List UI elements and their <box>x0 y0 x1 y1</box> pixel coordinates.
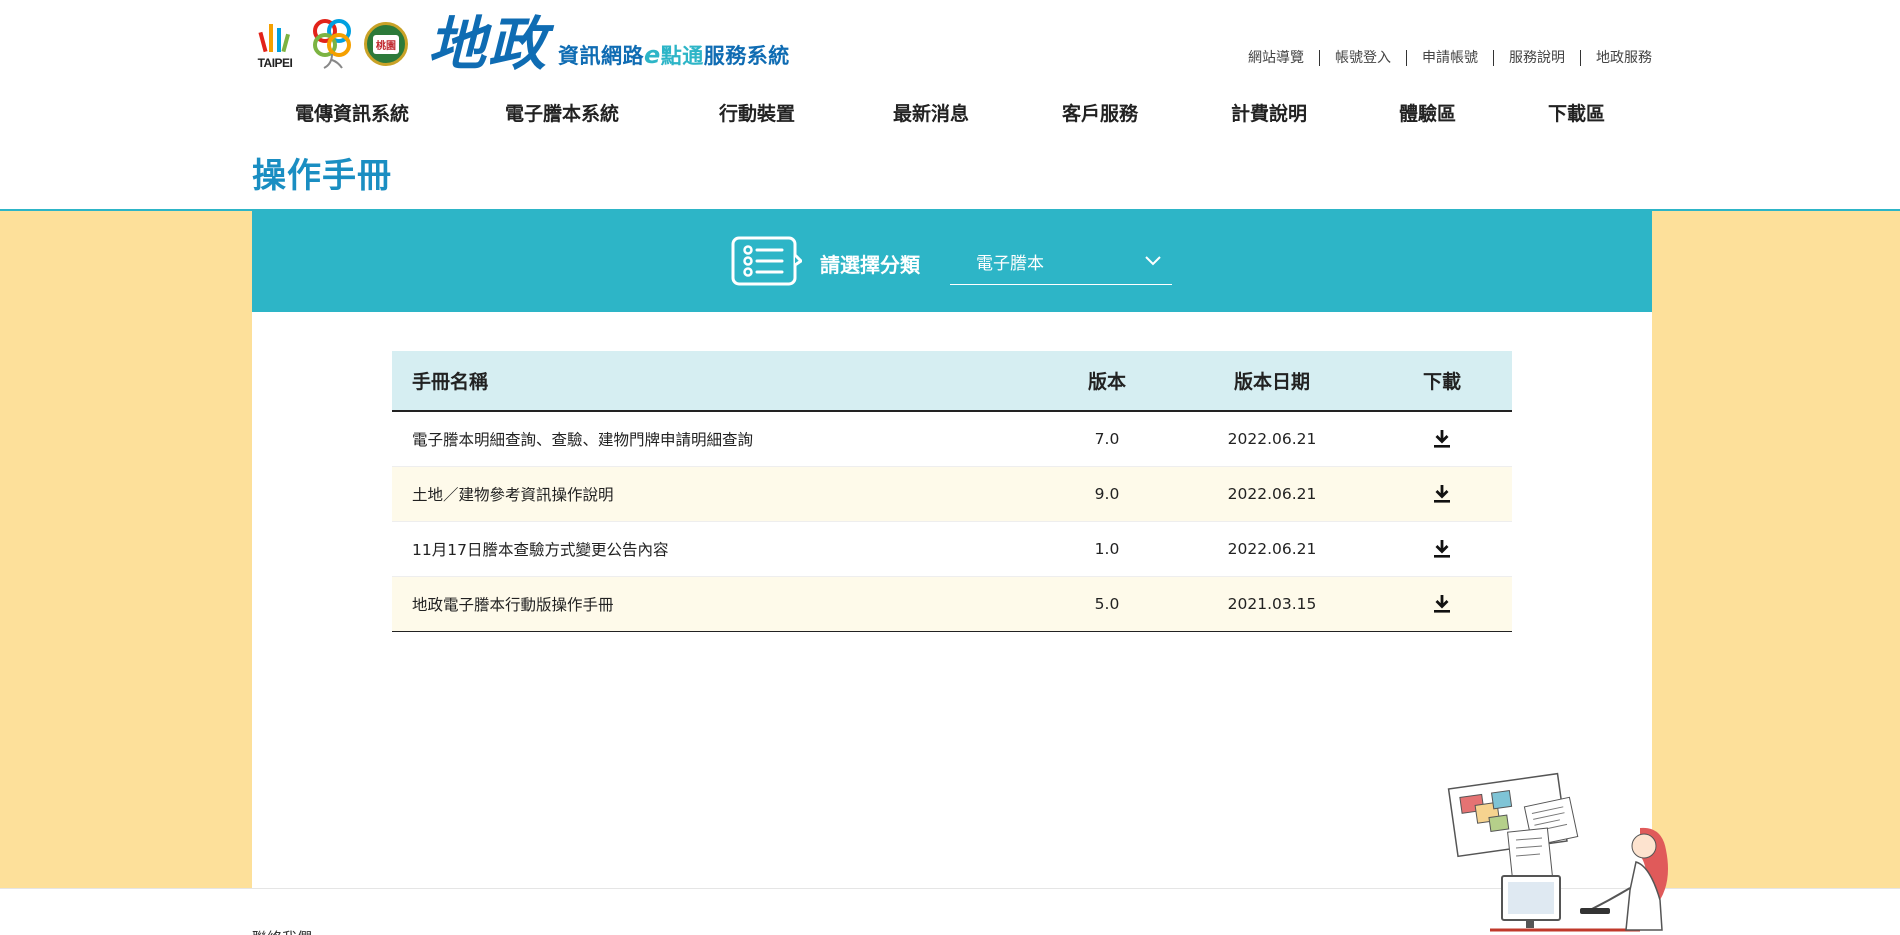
table-row: 地政電子謄本行動版操作手冊 5.0 2021.03.15 <box>392 576 1512 632</box>
manual-date: 2022.06.21 <box>1172 411 1372 467</box>
new-taipei-logo[interactable] <box>312 18 352 70</box>
header-version: 版本 <box>1042 351 1172 412</box>
brand-subtitle-a: 資訊網路 <box>558 44 645 68</box>
toplink-land-service[interactable]: 地政服務 <box>1581 50 1652 66</box>
manual-version: 7.0 <box>1042 411 1172 467</box>
category-filter-bar: 請選擇分類 電子謄本 <box>252 211 1652 312</box>
download-icon[interactable] <box>1431 593 1453 615</box>
manual-version: 9.0 <box>1042 466 1172 522</box>
download-icon[interactable] <box>1431 428 1453 450</box>
table-header-row: 手冊名稱 版本 版本日期 下載 <box>392 351 1512 412</box>
manual-name: 電子謄本明細查詢、查驗、建物門牌申請明細查詢 <box>392 411 1042 467</box>
download-icon[interactable] <box>1431 483 1453 505</box>
woman-at-computer-illustration <box>1447 772 1668 932</box>
nav-item-customer-service[interactable]: 客戶服務 <box>1062 98 1138 130</box>
manual-version: 1.0 <box>1042 521 1172 577</box>
manual-version: 5.0 <box>1042 576 1172 632</box>
table-row: 土地／建物參考資訊操作說明 9.0 2022.06.21 <box>392 466 1512 522</box>
toplink-service-info[interactable]: 服務說明 <box>1494 50 1581 66</box>
toplink-register[interactable]: 申請帳號 <box>1407 50 1494 66</box>
header-version-date: 版本日期 <box>1172 351 1372 412</box>
category-label: 請選擇分類 <box>820 253 920 277</box>
nav-item-mobile[interactable]: 行動裝置 <box>719 98 795 130</box>
nav-item-experience[interactable]: 體驗區 <box>1399 98 1456 130</box>
manual-table: 手冊名稱 版本 版本日期 下載 電子謄本明細查詢、查驗、建物門牌申請明細查詢 7… <box>392 351 1512 632</box>
brand-title[interactable]: 地政 <box>428 14 548 74</box>
footer-contact-heading: 聯絡我們 <box>252 927 312 935</box>
category-select-value: 電子謄本 <box>976 254 1044 274</box>
table-row: 11月17日謄本查驗方式變更公告內容 1.0 2022.06.21 <box>392 521 1512 577</box>
download-icon[interactable] <box>1431 538 1453 560</box>
nav-item-telecom[interactable]: 電傳資訊系統 <box>295 98 409 130</box>
manual-date: 2022.06.21 <box>1172 521 1372 577</box>
chevron-down-icon <box>1145 256 1161 266</box>
brand-subtitle-e: e <box>644 41 661 69</box>
taipei-logo-icon <box>258 24 291 53</box>
brand-subtitle-c: 服務系統 <box>703 44 790 68</box>
manual-name: 地政電子謄本行動版操作手冊 <box>392 576 1042 632</box>
manual-date: 2021.03.15 <box>1172 576 1372 632</box>
manual-date: 2022.06.21 <box>1172 466 1372 522</box>
taipei-logo-text: TAIPEI <box>257 56 293 70</box>
page-title: 操作手冊 <box>252 156 392 196</box>
nav-item-e-transcript[interactable]: 電子謄本系統 <box>505 98 619 130</box>
nav-item-news[interactable]: 最新消息 <box>893 98 969 130</box>
manual-name: 土地／建物參考資訊操作說明 <box>392 466 1042 522</box>
logo-group: TAIPEI 桃園 地政 資訊網路e點通服務系統 <box>252 14 790 74</box>
table-row: 電子謄本明細查詢、查驗、建物門牌申請明細查詢 7.0 2022.06.21 <box>392 411 1512 467</box>
site-header: TAIPEI 桃園 地政 資訊網路e點通服務系統 網站導覽 帳號登入 申請帳號 … <box>0 0 1900 211</box>
header-manual-name: 手冊名稱 <box>392 351 1042 412</box>
brand-subtitle-b: 點通 <box>660 44 704 68</box>
taoyuan-logo-text: 桃園 <box>373 34 399 54</box>
taoyuan-logo[interactable]: 桃園 <box>364 22 408 66</box>
nav-item-pricing[interactable]: 計費說明 <box>1231 98 1307 130</box>
header-download: 下載 <box>1372 351 1512 412</box>
top-links: 網站導覽 帳號登入 申請帳號 服務說明 地政服務 <box>1233 50 1652 66</box>
new-taipei-logo-icon <box>313 19 351 69</box>
toplink-login[interactable]: 帳號登入 <box>1320 50 1407 66</box>
nav-item-download[interactable]: 下載區 <box>1548 98 1605 130</box>
list-bubble-icon <box>731 236 802 286</box>
taipei-logo[interactable]: TAIPEI <box>252 18 298 70</box>
manual-name: 11月17日謄本查驗方式變更公告內容 <box>392 521 1042 577</box>
category-select[interactable]: 電子謄本 <box>950 235 1172 285</box>
toplink-sitemap[interactable]: 網站導覽 <box>1233 50 1320 66</box>
brand-subtitle: 資訊網路e點通服務系統 <box>558 40 790 70</box>
